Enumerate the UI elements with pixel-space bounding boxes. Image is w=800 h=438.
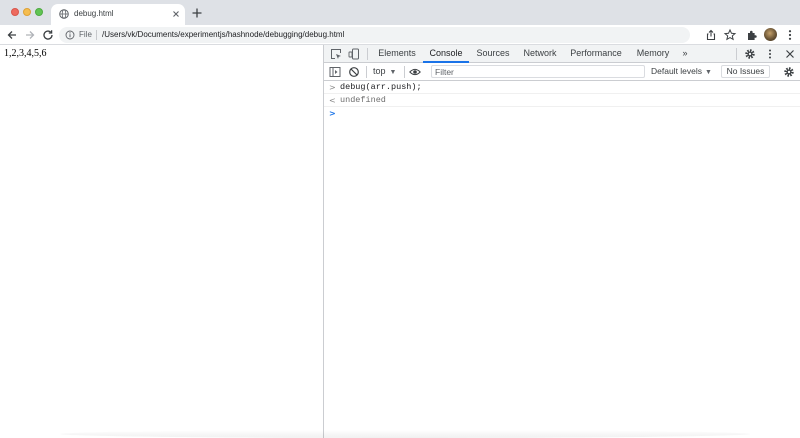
- prompt-chevron-icon: >: [329, 109, 336, 118]
- close-devtools-icon[interactable]: [784, 48, 796, 60]
- console-result-text: undefined: [340, 95, 386, 105]
- devtools-separator: [367, 48, 368, 60]
- clear-console-icon[interactable]: [348, 66, 360, 78]
- console-settings-gear-icon[interactable]: [783, 66, 795, 78]
- tab-strip: debug.html: [0, 0, 800, 25]
- close-window-button[interactable]: [11, 8, 19, 16]
- tab-elements[interactable]: Elements: [374, 45, 420, 63]
- tab-console[interactable]: Console: [423, 45, 469, 63]
- info-icon[interactable]: [65, 30, 75, 40]
- console-prompt[interactable]: >: [324, 107, 800, 120]
- context-label: top: [373, 66, 386, 76]
- console-input-text[interactable]: debug(arr.push);: [340, 82, 422, 93]
- tab-sources[interactable]: Sources: [472, 45, 514, 63]
- devtools-separator: [736, 48, 737, 60]
- console-input-entry: > debug(arr.push);: [324, 81, 800, 94]
- page-output-text: 1,2,3,4,5,6: [4, 48, 47, 59]
- browser-tab[interactable]: debug.html: [51, 4, 185, 25]
- page-viewport: 1,2,3,4,5,6: [0, 45, 323, 438]
- inspect-element-icon[interactable]: [330, 48, 342, 60]
- more-tabs-icon[interactable]: »: [678, 45, 692, 63]
- console-separator: [366, 66, 367, 78]
- console-filter: [431, 65, 645, 78]
- tab-network[interactable]: Network: [519, 45, 561, 63]
- share-icon[interactable]: [704, 28, 718, 42]
- new-tab-icon[interactable]: [191, 7, 203, 19]
- window-shadow: [60, 430, 750, 438]
- minimize-window-button[interactable]: [23, 8, 31, 16]
- chevron-down-icon: ▼: [705, 69, 712, 76]
- sidebar-toggle-icon[interactable]: [329, 66, 341, 78]
- address-bar[interactable]: File /Users/vk/Documents/experimentjs/ha…: [59, 27, 690, 43]
- devtools-panel: Elements Console Sources Network Perform…: [324, 45, 800, 438]
- context-selector[interactable]: top ▼: [373, 65, 396, 78]
- console-result-entry: < undefined: [324, 94, 800, 107]
- log-levels-dropdown[interactable]: Default levels ▼: [651, 65, 712, 78]
- profile-avatar[interactable]: [764, 28, 777, 41]
- device-toolbar-icon[interactable]: [348, 48, 360, 60]
- tab-performance[interactable]: Performance: [567, 45, 625, 63]
- issues-button[interactable]: No Issues: [721, 65, 770, 78]
- settings-gear-icon[interactable]: [744, 48, 756, 60]
- tab-memory[interactable]: Memory: [633, 45, 673, 63]
- zoom-window-button[interactable]: [35, 8, 43, 16]
- console-output: > debug(arr.push); < undefined >: [324, 81, 800, 438]
- extensions-icon[interactable]: [745, 28, 759, 42]
- globe-icon: [59, 9, 69, 19]
- back-icon[interactable]: [5, 28, 19, 42]
- customize-menu-icon[interactable]: [764, 48, 776, 60]
- filter-input[interactable]: [432, 66, 644, 77]
- more-menu-icon[interactable]: [783, 28, 797, 42]
- log-levels-label: Default levels: [651, 66, 703, 76]
- browser-toolbar: File /Users/vk/Documents/experimentjs/ha…: [0, 25, 800, 45]
- url-scheme-label: File: [79, 30, 92, 39]
- tab-title: debug.html: [74, 9, 114, 18]
- result-arrow-icon: <: [329, 96, 336, 105]
- console-separator: [404, 66, 405, 78]
- reload-icon[interactable]: [41, 28, 55, 42]
- console-toolbar: top▼ Default levels▼ No Issues: [324, 63, 800, 81]
- close-tab-icon[interactable]: [171, 9, 181, 19]
- url-text[interactable]: /Users/vk/Documents/experimentjs/hashnod…: [102, 29, 344, 41]
- bookmark-star-icon[interactable]: [723, 28, 737, 42]
- devtools-tab-bar: Elements Console Sources Network Perform…: [324, 45, 800, 63]
- url-divider: [96, 30, 97, 40]
- forward-icon[interactable]: [23, 28, 37, 42]
- chevron-down-icon: ▼: [389, 69, 397, 76]
- input-prompt-icon: >: [329, 83, 336, 92]
- live-expression-eye-icon[interactable]: [409, 66, 421, 78]
